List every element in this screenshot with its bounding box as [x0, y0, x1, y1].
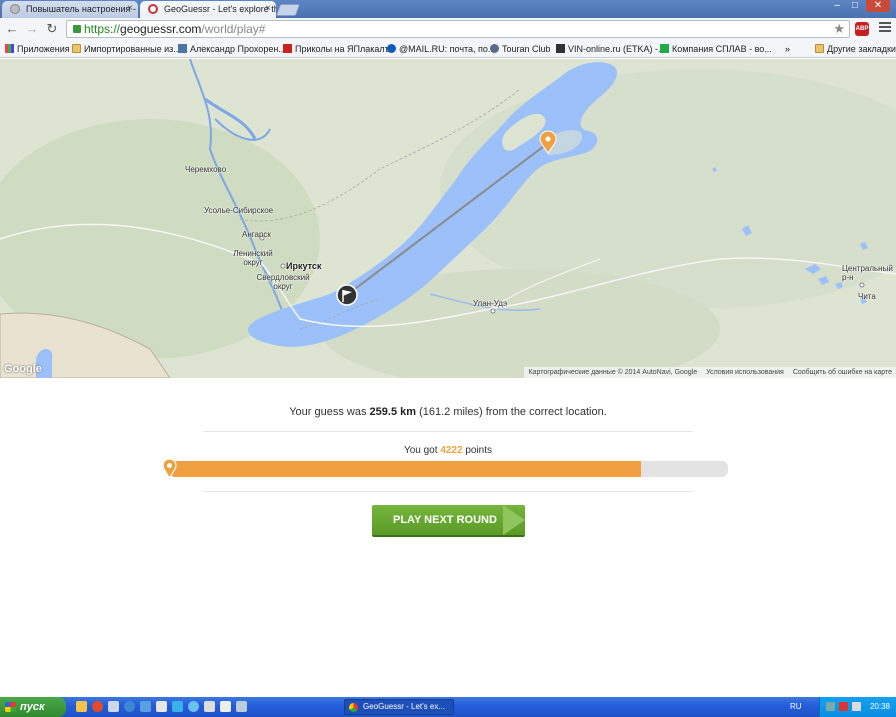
quicklaunch-icon[interactable] [204, 701, 215, 712]
score-pin-icon [162, 458, 177, 479]
folder-icon [815, 44, 824, 53]
chrome-menu-icon[interactable] [879, 22, 891, 34]
quicklaunch-icon[interactable] [220, 701, 231, 712]
reload-icon[interactable]: ↻ [44, 21, 60, 37]
quicklaunch-icon[interactable] [108, 701, 119, 712]
play-next-round-button[interactable]: PLAY NEXT ROUND [372, 505, 525, 535]
maximize-icon[interactable]: □ [847, 0, 863, 12]
close-tab-icon[interactable]: × [127, 1, 133, 17]
start-button[interactable]: пуск [0, 697, 66, 717]
apps-grid-icon [5, 44, 14, 53]
adblock-plus-icon[interactable]: ABP [855, 22, 869, 36]
quicklaunch-icon[interactable] [76, 701, 87, 712]
globe-icon [10, 4, 20, 14]
map-data-credit: Картографические данные © 2014 AutoNavi,… [528, 369, 698, 376]
bookmark-splav[interactable]: Компания СПЛАВ - во... [660, 43, 772, 55]
minimize-icon[interactable]: – [829, 0, 845, 12]
google-logo: Google [4, 363, 42, 375]
taskbar-chrome-window[interactable]: GeoGuessr - Let's ex... [344, 699, 454, 715]
quicklaunch-icon[interactable] [140, 701, 151, 712]
result-map[interactable]: Черемхово Усолье-Сибирское Ангарск Ленин… [0, 59, 896, 378]
lock-icon [73, 25, 81, 33]
bookmark-imported[interactable]: Импортированные из... [72, 43, 181, 55]
new-tab-button[interactable] [275, 4, 301, 16]
forward-arrow-icon[interactable]: → [24, 21, 40, 37]
bookmark-apps[interactable]: Приложения [5, 43, 70, 55]
bookmarks-bar: Приложения Импортированные из... Алексан… [0, 40, 896, 58]
map-attribution: Картографические данные © 2014 AutoNavi,… [524, 367, 896, 378]
map-label-cheremkhovo: Черемхово [185, 165, 227, 174]
close-window-icon[interactable]: ✕ [866, 0, 890, 12]
vk-icon [178, 44, 187, 53]
windows-flag-icon [5, 702, 16, 712]
bookmark-vk[interactable]: Александр Прохорен... [178, 43, 286, 55]
correct-location-flag-icon [336, 284, 358, 306]
tab-mood-booster[interactable]: Повышатель настроения - × [2, 1, 138, 18]
divider [203, 431, 693, 432]
tab-title: GeoGuessr - Let's explore th [164, 4, 276, 14]
score-progress-fill [169, 461, 642, 477]
tab-title: Повышатель настроения - [26, 4, 136, 14]
chrome-icon [349, 703, 358, 712]
folder-icon [72, 44, 81, 53]
quicklaunch-icon[interactable] [188, 701, 199, 712]
map-label-irkutsk: Иркутск [286, 261, 322, 271]
points-value: 4222 [440, 445, 463, 456]
map-canvas [0, 59, 896, 378]
network-icon[interactable] [826, 702, 835, 711]
skype-quicklaunch-icon[interactable] [172, 701, 183, 712]
bookmarks-overflow-chevron[interactable]: » [785, 43, 790, 55]
divider [203, 491, 693, 492]
map-label-sverdlovsky: Свердловский округ [256, 273, 310, 291]
quicklaunch-icon[interactable] [156, 701, 167, 712]
bookmark-other[interactable]: Другие закладки [815, 43, 896, 55]
map-label-leninsky: Ленинский округ [233, 249, 273, 267]
geoguessr-pin-icon [148, 4, 158, 14]
map-label-central: Центральный р-н [842, 264, 893, 282]
map-label-ulan-ude: Улан-Удэ [473, 299, 508, 308]
report-error-link[interactable]: Сообщить об ошибке на карте [793, 369, 892, 376]
url-text: https://geoguessr.com/world/play# [84, 22, 266, 36]
chrome-quicklaunch-icon[interactable] [92, 701, 103, 712]
points-summary: You got 4222 points [403, 445, 493, 456]
yaplakal-icon [283, 44, 292, 53]
volume-icon[interactable] [852, 702, 861, 711]
mailru-icon [387, 44, 396, 53]
windows-taskbar: пуск GeoGuessr - Let's ex... RU 20:38 [0, 697, 896, 717]
bookmark-mailru[interactable]: @MAIL.RU: почта, по... [387, 43, 495, 55]
back-arrow-icon[interactable]: ← [4, 21, 20, 37]
vw-icon [490, 44, 499, 53]
vin-icon [556, 44, 565, 53]
map-label-chita: Чита [858, 292, 876, 301]
map-label-angarsk: Ангарск [242, 230, 271, 239]
bookmark-touran-club[interactable]: Touran Club [490, 43, 551, 55]
terms-link[interactable]: Условия использования [706, 369, 784, 376]
antivirus-icon[interactable] [839, 702, 848, 711]
bookmark-vin-online[interactable]: VIN-online.ru (ETKA) -... [556, 43, 666, 55]
score-progress-bar [169, 461, 728, 477]
close-tab-icon[interactable]: × [265, 1, 271, 17]
map-label-usolye: Усолье-Сибирское [204, 206, 274, 215]
clock: 20:38 [869, 702, 890, 711]
tab-strip: Повышатель настроения - × GeoGuessr - Le… [0, 0, 896, 18]
splav-icon [660, 44, 669, 53]
browser-toolbar: ← → ↻ https://geoguessr.com/world/play# … [0, 18, 896, 40]
tab-geoguessr[interactable]: GeoGuessr - Let's explore th × [140, 1, 276, 18]
system-tray: 20:38 [819, 697, 896, 717]
language-indicator[interactable]: RU [790, 697, 802, 717]
quicklaunch-icon[interactable] [236, 701, 247, 712]
distance-summary: Your guess was 259.5 km (161.2 miles) fr… [289, 406, 607, 418]
bookmark-yaplakal[interactable]: Приколы на ЯПлакалъ [283, 43, 390, 55]
bookmark-star-icon[interactable]: ★ [833, 21, 845, 37]
distance-km: 259.5 km [369, 406, 417, 418]
play-arrow-icon [503, 505, 525, 535]
address-bar[interactable]: https://geoguessr.com/world/play# ★ [66, 20, 850, 38]
ie-quicklaunch-icon[interactable] [124, 701, 135, 712]
